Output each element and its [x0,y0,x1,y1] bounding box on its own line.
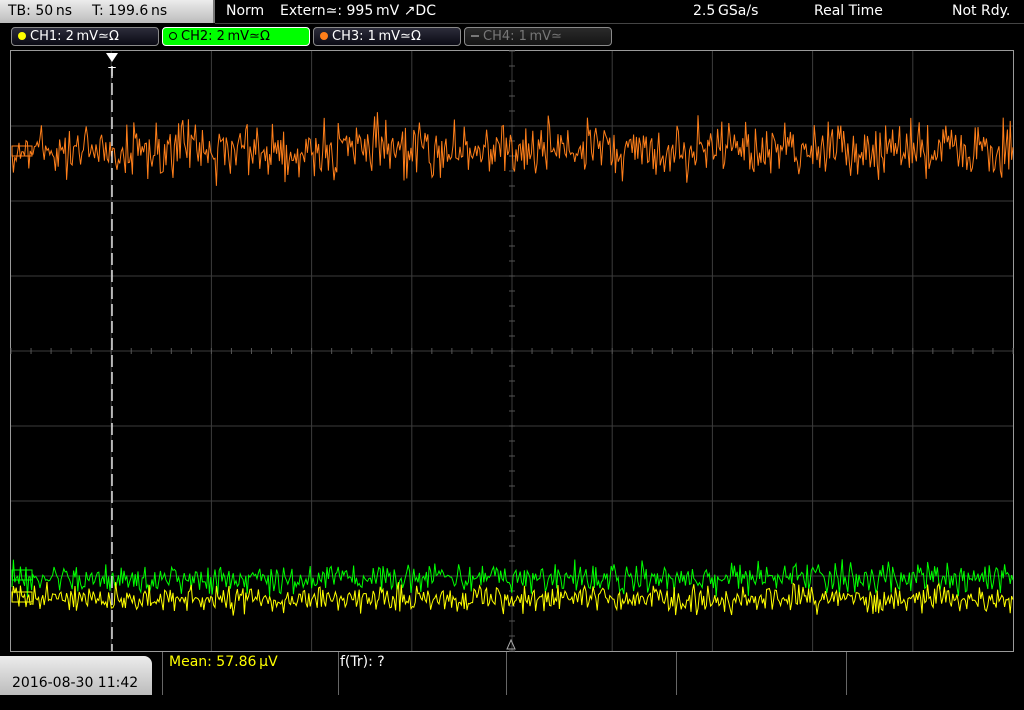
datetime-box: 2016-08-30 11:42 [0,656,152,695]
rise-frequency-measurement: f(Tr): ? [340,654,385,670]
measurement-cell-4[interactable] [676,652,846,695]
trigger-marker-label: T [107,65,116,79]
mean-measurement: Mean: 57.86 µV [169,654,278,670]
datetime-label: 2016-08-30 11:42 [12,675,139,691]
center-reference-arrow-icon [506,638,516,650]
measurement-cell-5[interactable] [846,652,1014,695]
measurement-cell-3[interactable] [506,652,676,695]
ch3-level-marker [11,145,33,157]
trigger-arrow-icon [106,53,118,62]
waveform-canvas: T [10,50,1014,652]
